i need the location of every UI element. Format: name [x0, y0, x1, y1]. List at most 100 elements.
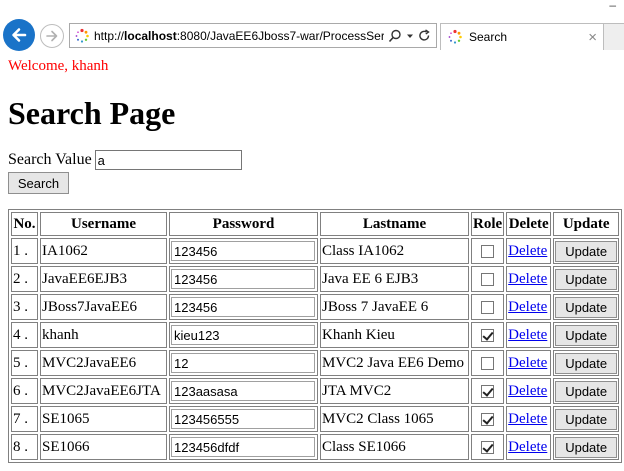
delete-link[interactable]: Delete	[508, 299, 547, 315]
lastname-text: Khanh Kieu	[322, 326, 395, 343]
update-button[interactable]: Update	[555, 268, 618, 290]
header-lastname: Lastname	[320, 212, 469, 236]
refresh-icon[interactable]	[418, 28, 431, 43]
lastname-text: MVC2 Java EE6 Demo	[322, 354, 465, 371]
password-cell	[169, 378, 318, 404]
search-input[interactable]	[94, 150, 242, 170]
back-arrow-icon	[12, 28, 27, 42]
page-title: Search Page	[8, 95, 176, 131]
delete-cell: Delete	[506, 238, 552, 264]
update-button[interactable]: Update	[555, 380, 618, 402]
password-input[interactable]	[171, 241, 315, 261]
search-button[interactable]: Search	[8, 172, 69, 194]
delete-link[interactable]: Delete	[508, 439, 547, 455]
role-checkbox[interactable]	[481, 440, 495, 454]
role-cell	[471, 350, 505, 376]
password-input[interactable]	[171, 409, 315, 429]
lastname-cell: MVC2 Java EE6 Demo	[320, 350, 469, 376]
update-cell: Update	[553, 266, 620, 292]
lastname-cell: JBoss 7 JavaEE 6	[320, 294, 469, 320]
delete-cell: Delete	[506, 406, 552, 432]
role-checkbox[interactable]	[481, 384, 495, 398]
role-cell	[471, 406, 505, 432]
delete-link[interactable]: Delete	[508, 243, 547, 259]
role-checkbox[interactable]	[481, 328, 495, 342]
role-cell	[471, 434, 505, 460]
new-tab-button[interactable]	[604, 23, 624, 50]
update-button[interactable]: Update	[555, 324, 618, 346]
header-no: No.	[11, 212, 38, 236]
update-cell: Update	[553, 406, 620, 432]
role-cell	[471, 322, 505, 348]
update-cell: Update	[553, 434, 620, 460]
password-input[interactable]	[171, 437, 315, 457]
delete-link[interactable]: Delete	[508, 411, 547, 427]
delete-link[interactable]: Delete	[508, 327, 547, 343]
address-bar[interactable]: http://localhost:8080/JavaEE6Jboss7-war/…	[69, 23, 437, 48]
role-checkbox[interactable]	[481, 244, 495, 258]
role-checkbox[interactable]	[481, 412, 495, 426]
row-number: 1 .	[11, 238, 38, 264]
delete-cell: Delete	[506, 294, 552, 320]
delete-cell: Delete	[506, 378, 552, 404]
tab-search[interactable]: Search ×	[440, 23, 604, 50]
header-delete: Delete	[506, 212, 552, 236]
lastname-text: Class SE1066	[322, 438, 406, 455]
header-role: Role	[471, 212, 505, 236]
tab-close-icon[interactable]: ×	[588, 29, 597, 46]
role-cell	[471, 266, 505, 292]
header-row: No. Username Password Lastname Role Dele…	[11, 212, 620, 236]
role-cell	[471, 378, 505, 404]
delete-cell: Delete	[506, 350, 552, 376]
delete-cell: Delete	[506, 434, 552, 460]
delete-cell: Delete	[506, 266, 552, 292]
role-cell	[471, 294, 505, 320]
update-button[interactable]: Update	[555, 408, 618, 430]
forward-button[interactable]	[40, 24, 64, 48]
table-row: 7 .SE1065 MVC2 Class 1065 Delete Update	[11, 406, 620, 432]
password-cell	[169, 406, 318, 432]
search-icon[interactable]	[388, 29, 402, 43]
username-cell: JBoss7JavaEE6	[40, 294, 167, 320]
search-label: Search Value	[8, 151, 92, 168]
delete-link[interactable]: Delete	[508, 355, 547, 371]
password-cell	[169, 434, 318, 460]
update-cell: Update	[553, 378, 620, 404]
role-checkbox[interactable]	[481, 356, 495, 370]
dropdown-icon[interactable]	[406, 29, 414, 43]
username-cell: JavaEE6EJB3	[40, 266, 167, 292]
table-row: 1 .IA1062 Class IA1062 Delete Update	[11, 238, 620, 264]
password-input[interactable]	[171, 297, 315, 317]
header-update: Update	[553, 212, 620, 236]
update-button[interactable]: Update	[555, 436, 618, 458]
delete-link[interactable]: Delete	[508, 271, 547, 287]
role-checkbox[interactable]	[481, 300, 495, 314]
update-button[interactable]: Update	[555, 296, 618, 318]
lastname-text: JTA MVC2	[322, 382, 392, 399]
row-number: 3 .	[11, 294, 38, 320]
password-input[interactable]	[171, 381, 315, 401]
role-checkbox[interactable]	[481, 272, 495, 286]
password-input[interactable]	[171, 269, 315, 289]
role-cell	[471, 238, 505, 264]
back-button[interactable]	[3, 19, 35, 51]
welcome-message: Welcome, khanh	[8, 58, 109, 74]
password-input[interactable]	[171, 325, 315, 345]
username-cell: SE1066	[40, 434, 167, 460]
browser-chrome: – http://localhost:8080/JavaEE6Jboss7-wa…	[0, 0, 624, 54]
row-number: 6 .	[11, 378, 38, 404]
update-cell: Update	[553, 322, 620, 348]
minimize-button[interactable]: –	[609, 0, 616, 11]
lastname-text: MVC2 Class 1065	[322, 410, 434, 427]
update-button[interactable]: Update	[555, 352, 618, 374]
update-cell: Update	[553, 238, 620, 264]
password-input[interactable]	[171, 353, 315, 373]
row-number: 4 .	[11, 322, 38, 348]
delete-link[interactable]: Delete	[508, 383, 547, 399]
loading-favicon-icon	[75, 28, 89, 43]
lastname-text: Class IA1062	[322, 242, 405, 259]
update-button[interactable]: Update	[555, 240, 618, 262]
table-row: 8 .SE1066 Class SE1066 Delete Update	[11, 434, 620, 460]
table-row: 6 .MVC2JavaEE6JTA JTA MVC2 Delete Update	[11, 378, 620, 404]
row-number: 8 .	[11, 434, 38, 460]
